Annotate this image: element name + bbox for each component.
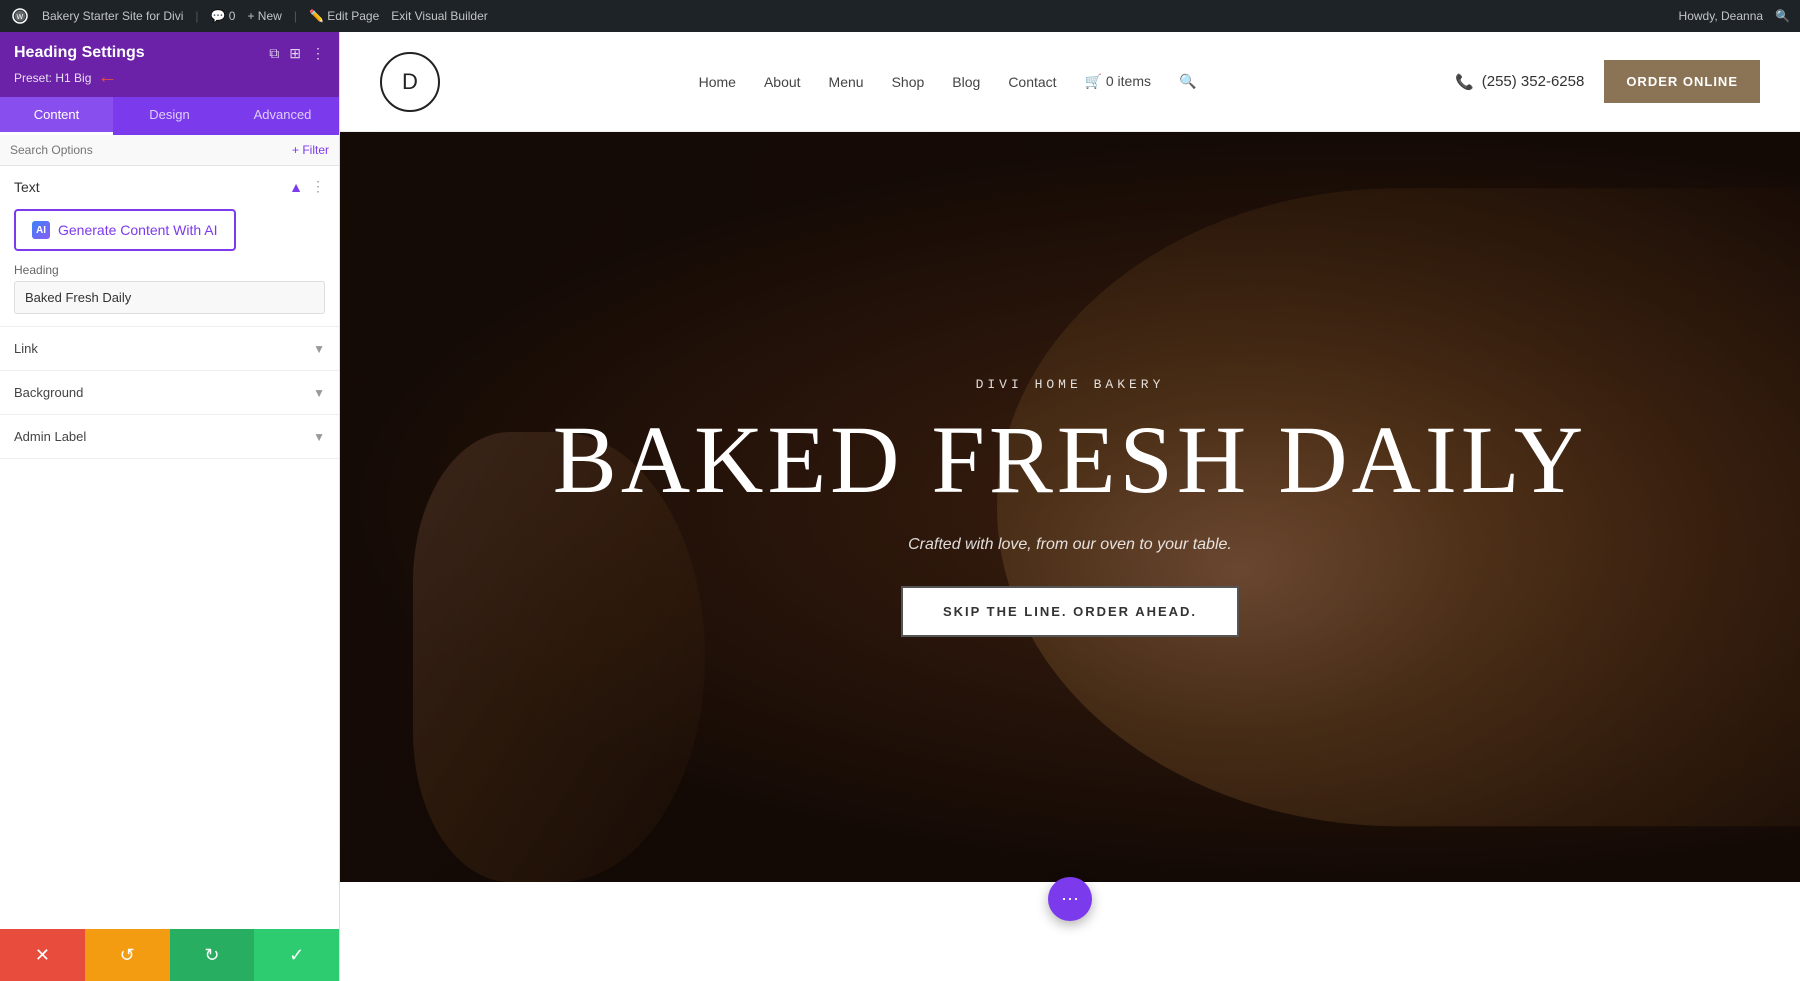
nav-contact[interactable]: Contact [1008,74,1056,90]
admin-bar-site-name[interactable]: Bakery Starter Site for Divi [42,9,183,23]
hero-content: DIVI HOME BAKERY BAKED FRESH DAILY Craft… [533,337,1607,677]
generate-ai-button[interactable]: AI Generate Content With AI [14,209,236,251]
text-section-title: Text [14,179,40,195]
panel-search-bar: + Filter [0,135,339,166]
ai-button-label: Generate Content With AI [58,222,218,238]
wp-admin-bar: W Bakery Starter Site for Divi | 💬 0 + N… [0,0,1800,32]
admin-label-section-title: Admin Label [14,429,86,444]
text-section-more-icon[interactable]: ⋮ [311,178,325,195]
tab-advanced[interactable]: Advanced [226,97,339,135]
phone-icon: 📞 [1455,73,1474,91]
main-layout: Heading Settings ⧉ ⊞ ⋮ Preset: H1 Big ← … [0,32,1800,981]
background-section-header[interactable]: Background ▼ [0,371,339,414]
undo-icon: ↺ [120,945,135,966]
heading-field-group: Heading [0,263,339,326]
filter-button[interactable]: + Filter [292,143,329,157]
save-icon: ✓ [289,945,304,966]
admin-bar-edit-page[interactable]: ✏️ Edit Page [309,9,379,23]
background-section: Background ▼ [0,371,339,415]
save-button[interactable]: ✓ [254,929,339,981]
copy-icon[interactable]: ⧉ [269,45,279,62]
text-section-header[interactable]: Text ▲ ⋮ [0,166,339,205]
site-logo: D [380,52,440,112]
hero-description: Crafted with love, from our oven to your… [553,536,1587,554]
nav-search-icon[interactable]: 🔍 [1179,73,1196,90]
nav-menu[interactable]: Menu [829,74,864,90]
admin-label-chevron-icon[interactable]: ▼ [313,430,325,444]
link-chevron-icon[interactable]: ▼ [313,342,325,356]
admin-bar-new[interactable]: + New [247,9,281,23]
redo-button[interactable]: ↻ [170,929,255,981]
red-arrow-icon: ← [97,66,117,89]
nav-home[interactable]: Home [699,74,736,90]
site-phone: 📞 (255) 352-6258 [1455,73,1584,91]
panel-tabs: Content Design Advanced [0,97,339,135]
fab-icon: ⋯ [1061,889,1079,910]
panel-content: Text ▲ ⋮ AI Generate Content With AI Hea… [0,166,339,929]
nav-cart[interactable]: 🛒 0 items [1085,73,1151,90]
ai-icon: AI [32,221,50,239]
redo-icon: ↻ [204,945,219,966]
nav-shop[interactable]: Shop [892,74,925,90]
admin-bar-comments[interactable]: 💬 0 [211,9,236,23]
website-preview: D Home About Menu Shop Blog Contact 🛒 0 … [340,32,1800,981]
tab-content[interactable]: Content [0,97,113,135]
hero-cta-button[interactable]: SKIP THE LINE. ORDER AHEAD. [901,586,1239,637]
site-nav: Home About Menu Shop Blog Contact 🛒 0 it… [699,73,1197,90]
order-online-button[interactable]: ORDER ONLINE [1604,60,1760,103]
link-section-title: Link [14,341,38,356]
fab-button[interactable]: ⋯ [1048,877,1092,921]
search-input[interactable] [10,143,284,157]
panel-bottom-bar: ✕ ↺ ↻ ✓ [0,929,339,981]
background-chevron-icon[interactable]: ▼ [313,386,325,400]
nav-about[interactable]: About [764,74,801,90]
admin-label-section-header[interactable]: Admin Label ▼ [0,415,339,458]
nav-blog[interactable]: Blog [952,74,980,90]
cancel-icon: ✕ [35,945,50,966]
link-section: Link ▼ [0,327,339,371]
hero-subtitle: DIVI HOME BAKERY [553,377,1587,392]
admin-bar-user[interactable]: Howdy, Deanna [1679,9,1764,23]
preset-label[interactable]: Preset: H1 Big [14,71,91,85]
columns-icon[interactable]: ⊞ [289,45,301,62]
wp-logo-icon[interactable]: W [10,6,30,26]
tab-design[interactable]: Design [113,97,226,135]
panel-title: Heading Settings [14,44,145,62]
cancel-button[interactable]: ✕ [0,929,85,981]
undo-button[interactable]: ↺ [85,929,170,981]
panel-header: Heading Settings ⧉ ⊞ ⋮ Preset: H1 Big ← [0,32,339,97]
heading-field-label: Heading [14,263,325,277]
heading-input[interactable] [14,281,325,314]
admin-bar-right: Howdy, Deanna 🔍 [1679,9,1790,23]
hero-section: DIVI HOME BAKERY BAKED FRESH DAILY Craft… [340,132,1800,882]
admin-label-section: Admin Label ▼ [0,415,339,459]
left-panel: Heading Settings ⧉ ⊞ ⋮ Preset: H1 Big ← … [0,32,340,981]
background-section-title: Background [14,385,83,400]
admin-bar-exit-builder[interactable]: Exit Visual Builder [391,9,488,23]
phone-number: (255) 352-6258 [1482,73,1585,90]
svg-text:W: W [17,14,24,21]
text-section-collapse-icon[interactable]: ▲ [289,179,303,195]
admin-bar-search-icon[interactable]: 🔍 [1775,9,1790,23]
site-header: D Home About Menu Shop Blog Contact 🛒 0 … [340,32,1800,132]
more-icon[interactable]: ⋮ [311,45,325,62]
link-section-header[interactable]: Link ▼ [0,327,339,370]
hero-title: BAKED FRESH DAILY [553,412,1587,508]
